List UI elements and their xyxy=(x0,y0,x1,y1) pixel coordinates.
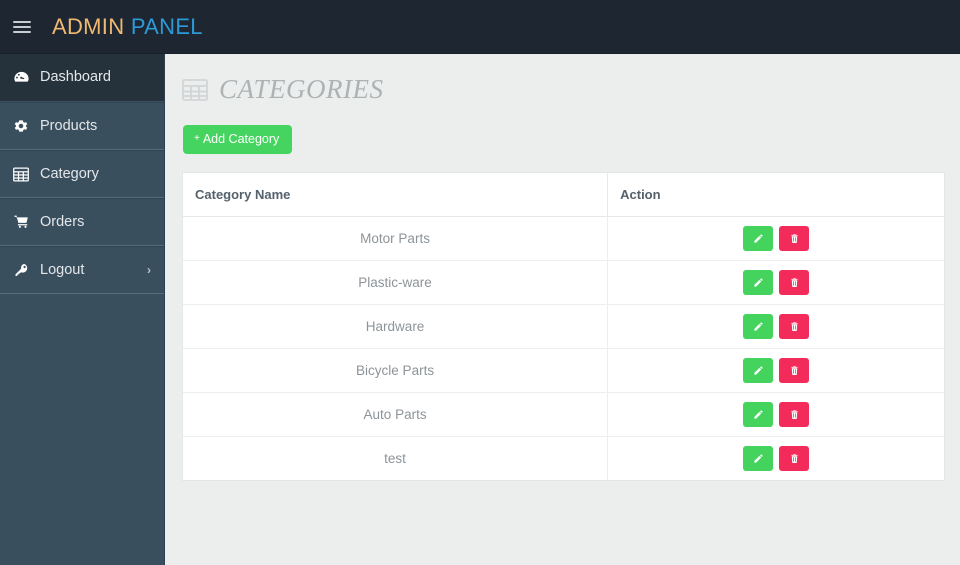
trash-icon xyxy=(789,277,800,288)
hamburger-bar xyxy=(13,30,31,33)
sidebar-item-dashboard[interactable]: Dashboard xyxy=(0,54,164,102)
trash-icon xyxy=(789,453,800,464)
category-name-cell: Hardware xyxy=(183,304,609,349)
table-grid-icon xyxy=(9,166,33,182)
table-body: Motor Parts Plastic-ware Hardware Bicycle P… xyxy=(183,216,944,480)
category-name-cell: Motor Parts xyxy=(183,216,609,261)
edit-category-button[interactable] xyxy=(743,225,774,251)
table-row: test xyxy=(183,436,944,480)
pencil-icon xyxy=(753,321,764,332)
action-button-group xyxy=(743,269,810,295)
table-row: Bicycle Parts xyxy=(183,348,944,393)
category-name-cell: Bicycle Parts xyxy=(183,348,609,393)
pencil-icon xyxy=(753,409,764,420)
gear-icon xyxy=(9,118,33,134)
hamburger-bar xyxy=(13,25,31,28)
table-header-row: Category Name Action xyxy=(183,172,944,217)
brand-admin-text: ADMIN xyxy=(52,13,125,39)
action-cell xyxy=(607,348,944,393)
add-category-label: Add Category xyxy=(202,132,280,146)
table-row: Hardware xyxy=(183,304,944,349)
brand-panel-text: PANEL xyxy=(130,13,203,39)
edit-category-button[interactable] xyxy=(743,269,774,295)
edit-category-button[interactable] xyxy=(743,357,774,383)
dashboard-gauge-icon xyxy=(9,69,33,86)
categories-table-container: Category Name Action Motor Parts Plastic-… xyxy=(182,171,945,481)
column-header-action: Action xyxy=(607,172,944,217)
sidebar-item-label: Logout xyxy=(40,261,85,278)
sidebar-item-products[interactable]: Products xyxy=(0,102,164,150)
main-content: CATEGORIES + Add Category Category Name … xyxy=(165,54,960,565)
sidebar-item-category[interactable]: Category xyxy=(0,150,164,198)
action-button-group xyxy=(743,401,810,427)
sidebar-item-label: Orders xyxy=(40,213,85,230)
admin-panel-page: ADMIN PANEL Dashboard Products Category … xyxy=(0,0,960,565)
plus-icon: + xyxy=(194,133,200,145)
brand-title[interactable]: ADMIN PANEL xyxy=(52,14,203,40)
trash-icon xyxy=(789,409,800,420)
trash-icon xyxy=(789,233,800,244)
sidebar-item-logout[interactable]: Logout › xyxy=(0,246,164,294)
categories-table: Category Name Action Motor Parts Plastic-… xyxy=(183,172,944,480)
edit-category-button[interactable] xyxy=(743,445,774,471)
action-button-group xyxy=(743,225,810,251)
trash-icon xyxy=(789,321,800,332)
category-name-cell: test xyxy=(183,436,609,480)
table-row: Plastic-ware xyxy=(183,260,944,305)
delete-category-button[interactable] xyxy=(779,357,810,383)
delete-category-button[interactable] xyxy=(779,225,810,251)
pencil-icon xyxy=(753,365,764,376)
table-row: Auto Parts xyxy=(183,392,944,437)
category-name-cell: Plastic-ware xyxy=(183,260,609,305)
action-button-group xyxy=(743,445,810,471)
action-button-group xyxy=(743,313,810,339)
chevron-right-icon: › xyxy=(147,263,151,277)
delete-category-button[interactable] xyxy=(779,401,810,427)
key-icon xyxy=(9,262,33,278)
trash-icon xyxy=(789,365,800,376)
pencil-icon xyxy=(753,233,764,244)
page-body: Dashboard Products Category Orders Logou… xyxy=(0,54,960,565)
action-cell xyxy=(607,216,944,261)
sidebar-item-label: Dashboard xyxy=(40,69,111,86)
category-name-cell: Auto Parts xyxy=(183,392,609,437)
edit-category-button[interactable] xyxy=(743,313,774,339)
add-category-button[interactable]: + Add Category xyxy=(183,125,293,154)
pencil-icon xyxy=(753,453,764,464)
sidebar-item-label: Products xyxy=(40,117,98,134)
top-header-bar: ADMIN PANEL xyxy=(0,0,960,54)
table-row: Motor Parts xyxy=(183,216,944,261)
action-cell xyxy=(607,436,944,480)
action-cell xyxy=(607,392,944,437)
sidebar-navigation: Dashboard Products Category Orders Logou… xyxy=(0,54,165,565)
table-grid-icon xyxy=(182,78,208,101)
edit-category-button[interactable] xyxy=(743,401,774,427)
pencil-icon xyxy=(753,277,764,288)
sidebar-item-label: Category xyxy=(40,165,99,182)
action-cell xyxy=(607,304,944,349)
delete-category-button[interactable] xyxy=(779,445,810,471)
shopping-cart-icon xyxy=(9,214,33,230)
page-header: CATEGORIES xyxy=(180,76,945,103)
hamburger-bar xyxy=(13,20,31,23)
table-head: Category Name Action xyxy=(183,172,944,217)
column-header-category-name: Category Name xyxy=(183,172,609,217)
delete-category-button[interactable] xyxy=(779,313,810,339)
sidebar-item-orders[interactable]: Orders xyxy=(0,198,164,246)
action-cell xyxy=(607,260,944,305)
action-button-group xyxy=(743,357,810,383)
hamburger-menu-icon[interactable] xyxy=(13,16,35,38)
page-title: CATEGORIES xyxy=(219,74,384,104)
delete-category-button[interactable] xyxy=(779,269,810,295)
